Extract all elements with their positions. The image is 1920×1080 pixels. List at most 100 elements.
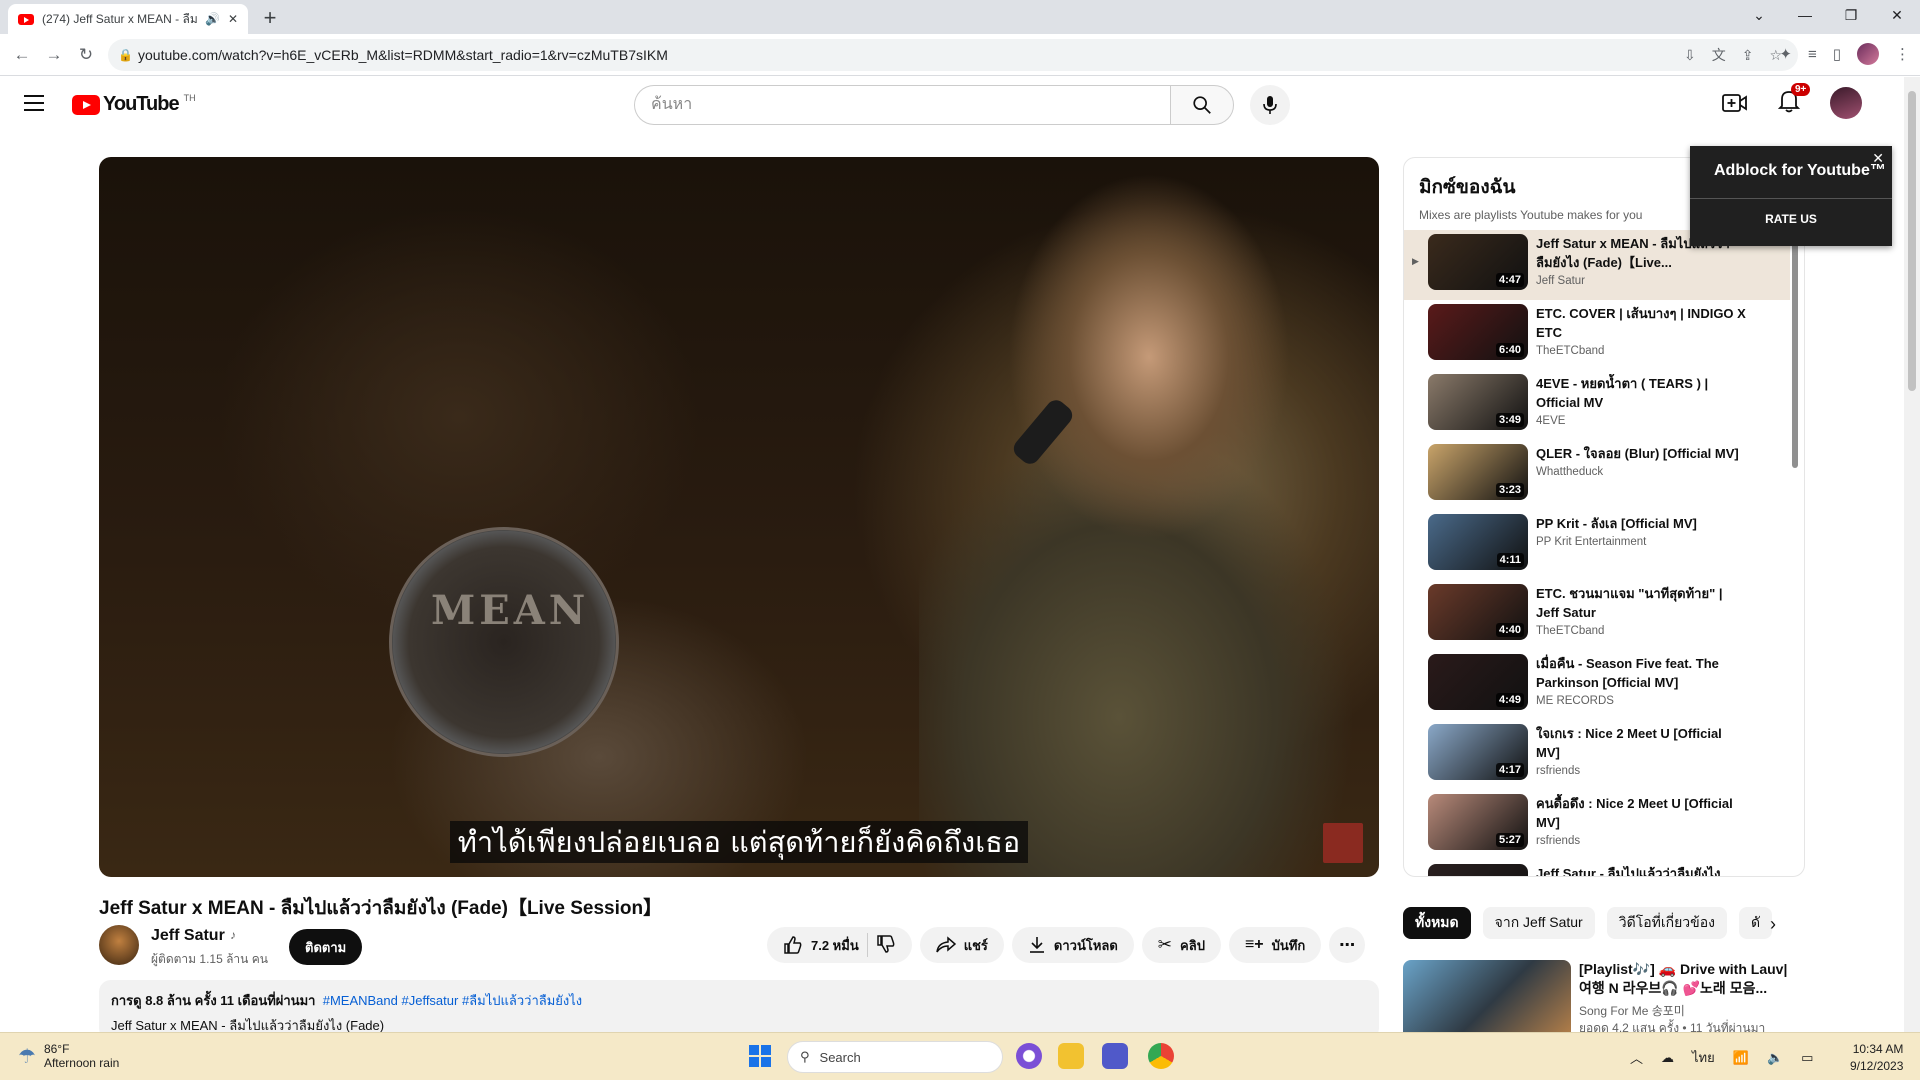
playlist-item[interactable]: Jeff Satur - ลืมไปแล้วว่าลืมยังไง [1404,860,1790,876]
channel-avatar[interactable] [99,925,139,965]
rate-us-button[interactable]: RATE US [1690,212,1892,226]
filter-chip[interactable]: ทั้งหมด [1403,907,1471,939]
weather-widget[interactable]: ☂ 86°F Afternoon rain [18,1042,119,1070]
back-icon[interactable]: ← [10,43,34,67]
maximize-button[interactable]: ❐ [1828,0,1874,30]
minimize-button[interactable]: — [1782,0,1828,30]
playlist-item[interactable]: 4:49 เมื่อคืน - Season Five feat. The Par… [1404,650,1790,720]
create-video-icon[interactable] [1722,92,1748,114]
browser-tab[interactable]: (274) Jeff Satur x MEAN - ลืมไ 🔊 ✕ [8,4,248,34]
copilot-icon[interactable] [1016,1043,1042,1069]
playlist-item-title[interactable]: QLER - ใจลอย (Blur) [Official MV] [1536,444,1746,463]
scrollbar-thumb[interactable] [1908,91,1916,391]
notifications-button[interactable]: 9+ [1777,82,1811,118]
battery-icon[interactable]: ▭ [1801,1050,1813,1066]
playlist-thumbnail[interactable]: 5:27 [1428,794,1528,850]
playlist-item[interactable]: 4:17 ใจเกเร : Nice 2 Meet U [Official MV]… [1404,720,1790,790]
video-player[interactable]: MEAN ทำได้เพียงปล่อยเบลอ แต่สุดท้ายก็ยัง… [99,157,1379,877]
playlist-item-title[interactable]: 4EVE - หยดน้ำตา ( TEARS ) | Official MV [1536,374,1746,412]
lock-icon[interactable]: 🔒 [118,48,138,62]
show-hidden-icons-icon[interactable]: ︿ [1630,1048,1643,1067]
input-language[interactable]: ไทย [1692,1047,1715,1068]
url-text[interactable]: youtube.com/watch?v=h6E_vCERb_M&list=RDM… [138,47,668,63]
playlist-thumbnail[interactable]: 6:40 [1428,304,1528,360]
filter-chip[interactable]: ดั [1738,907,1773,939]
playlist-thumbnail[interactable]: 4:47 [1428,234,1528,290]
teams-icon[interactable] [1102,1043,1128,1069]
hashtags[interactable]: #MEANBand #Jeffsatur #ลืมไปแล้วว่าลืมยัง… [323,993,582,1008]
subscribe-button[interactable]: ติดตาม [289,929,363,965]
playlist-item-title[interactable]: PP Krit - ลังเล [Official MV] [1536,514,1746,533]
playlist-item[interactable]: 4:11 PP Krit - ลังเล [Official MV] PP Krit… [1404,510,1790,580]
filter-chip[interactable]: วิดีโอที่เกี่ยวข้อง [1606,907,1727,939]
more-actions-icon[interactable]: ⋯ [1329,927,1366,963]
forward-icon[interactable]: → [42,43,66,67]
playlist-item-title[interactable]: Jeff Satur - ลืมไปแล้วว่าลืมยังไง [1536,864,1746,876]
playlist-thumbnail[interactable]: 3:49 [1428,374,1528,430]
playlist-item-title[interactable]: เมื่อคืน - Season Five feat. The Parkins… [1536,654,1746,692]
playlist-item[interactable]: 5:27 คนดื้อดึง : Nice 2 Meet U [Official … [1404,790,1790,860]
share-button[interactable]: แชร์ [919,927,1004,963]
dislike-button[interactable] [876,934,896,957]
playlist-item-title[interactable]: คนดื้อดึง : Nice 2 Meet U [Official MV] [1536,794,1746,832]
wifi-icon[interactable]: 📶 [1733,1050,1749,1066]
playlist-thumbnail[interactable]: 4:49 [1428,654,1528,710]
playlist-item[interactable]: 3:49 4EVE - หยดน้ำตา ( TEARS ) | Official… [1404,370,1790,440]
side-panel-icon[interactable]: ▯ [1833,45,1841,63]
youtube-logo[interactable]: YouTube TH [72,93,196,116]
filter-chip[interactable]: จาก Jeff Satur [1482,907,1595,939]
playlist-thumbnail[interactable]: 4:17 [1428,724,1528,780]
extensions-icon[interactable]: ✦ [1779,45,1792,63]
like-button[interactable]: 7.2 หมื่น [783,935,859,956]
share-icon[interactable]: ⇪ [1742,47,1754,64]
page-scrollbar[interactable] [1904,77,1920,1032]
speaker-icon[interactable]: 🔊 [205,12,220,26]
close-tab-icon[interactable]: ✕ [228,12,238,26]
search-button[interactable] [1170,85,1234,125]
playlist-scrollbar[interactable] [1792,238,1798,468]
profile-avatar[interactable] [1857,43,1879,65]
media-control-icon[interactable]: ≡ [1808,46,1817,63]
description-box[interactable]: การดู 8.8 ล้าน ครั้ง 11 เดือนที่ผ่านมา #… [99,980,1379,1040]
file-explorer-icon[interactable] [1058,1043,1084,1069]
close-icon[interactable]: ✕ [1872,150,1884,167]
playlist-thumbnail[interactable]: 4:11 [1428,514,1528,570]
close-window-button[interactable]: ✕ [1874,0,1920,30]
playlist-item-title[interactable]: ETC. COVER | เส้นบางๆ | INDIGO X ETC [1536,304,1746,342]
search-input[interactable] [634,85,1170,125]
channel-watermark[interactable] [1323,823,1363,863]
chrome-icon[interactable] [1148,1043,1174,1069]
taskbar-search[interactable]: ⚲ Search [787,1041,1003,1073]
recommended-channel[interactable]: Song For Me 송포미 [1579,1002,1789,1019]
channel-name[interactable]: Jeff Satur [151,927,225,945]
account-avatar[interactable] [1830,87,1862,119]
clip-button[interactable]: ✂ คลิป [1141,927,1221,963]
tab-search-icon[interactable]: ⌄ [1736,0,1782,30]
playlist-thumbnail[interactable]: 4:40 [1428,584,1528,640]
new-tab-button[interactable]: + [258,5,282,31]
download-button[interactable]: ดาวน์โหลด [1011,927,1134,963]
playlist-item[interactable]: 4:40 ETC. ชวนมาแจม "นาทีสุดท้าย" | Jeff S… [1404,580,1790,650]
onedrive-icon[interactable]: ☁ [1661,1050,1674,1066]
playlist-item[interactable]: 3:23 QLER - ใจลอย (Blur) [Official MV] Wha… [1404,440,1790,510]
playlist-item-title[interactable]: ETC. ชวนมาแจม "นาทีสุดท้าย" | Jeff Satur [1536,584,1746,622]
playlist-item[interactable]: 6:40 ETC. COVER | เส้นบางๆ | INDIGO X ETC… [1404,300,1790,370]
reload-icon[interactable]: ↻ [74,43,98,67]
playlist-item-text: ใจเกเร : Nice 2 Meet U [Official MV] rsfr… [1536,724,1746,786]
playlist-item-title[interactable]: ใจเกเร : Nice 2 Meet U [Official MV] [1536,724,1746,762]
voice-search-button[interactable] [1250,85,1290,125]
start-button[interactable] [749,1045,771,1067]
chrome-menu-icon[interactable]: ⋮ [1895,45,1910,63]
chevron-right-icon[interactable]: › [1770,914,1776,935]
install-app-icon[interactable]: ⇩ [1684,47,1696,64]
clock[interactable]: 10:34 AM 9/12/2023 [1850,1041,1903,1075]
translate-icon[interactable]: 文 [1712,45,1726,65]
address-bar[interactable]: 🔒 youtube.com/watch?v=h6E_vCERb_M&list=R… [108,39,1798,71]
volume-icon[interactable]: 🔈 [1767,1050,1783,1066]
playlist-thumbnail[interactable] [1428,864,1528,876]
save-button[interactable]: ≡+ บันทึก [1228,927,1322,963]
recommended-title[interactable]: [Playlist🎶] 🚗 Drive with Lauv| 여행 N 라우브🎧… [1579,960,1789,998]
playlist-items: ▶ 4:47 Jeff Satur x MEAN - ลืมไปแล้วว่าลืม… [1404,230,1790,876]
playlist-thumbnail[interactable]: 3:23 [1428,444,1528,500]
menu-icon[interactable] [24,95,44,111]
